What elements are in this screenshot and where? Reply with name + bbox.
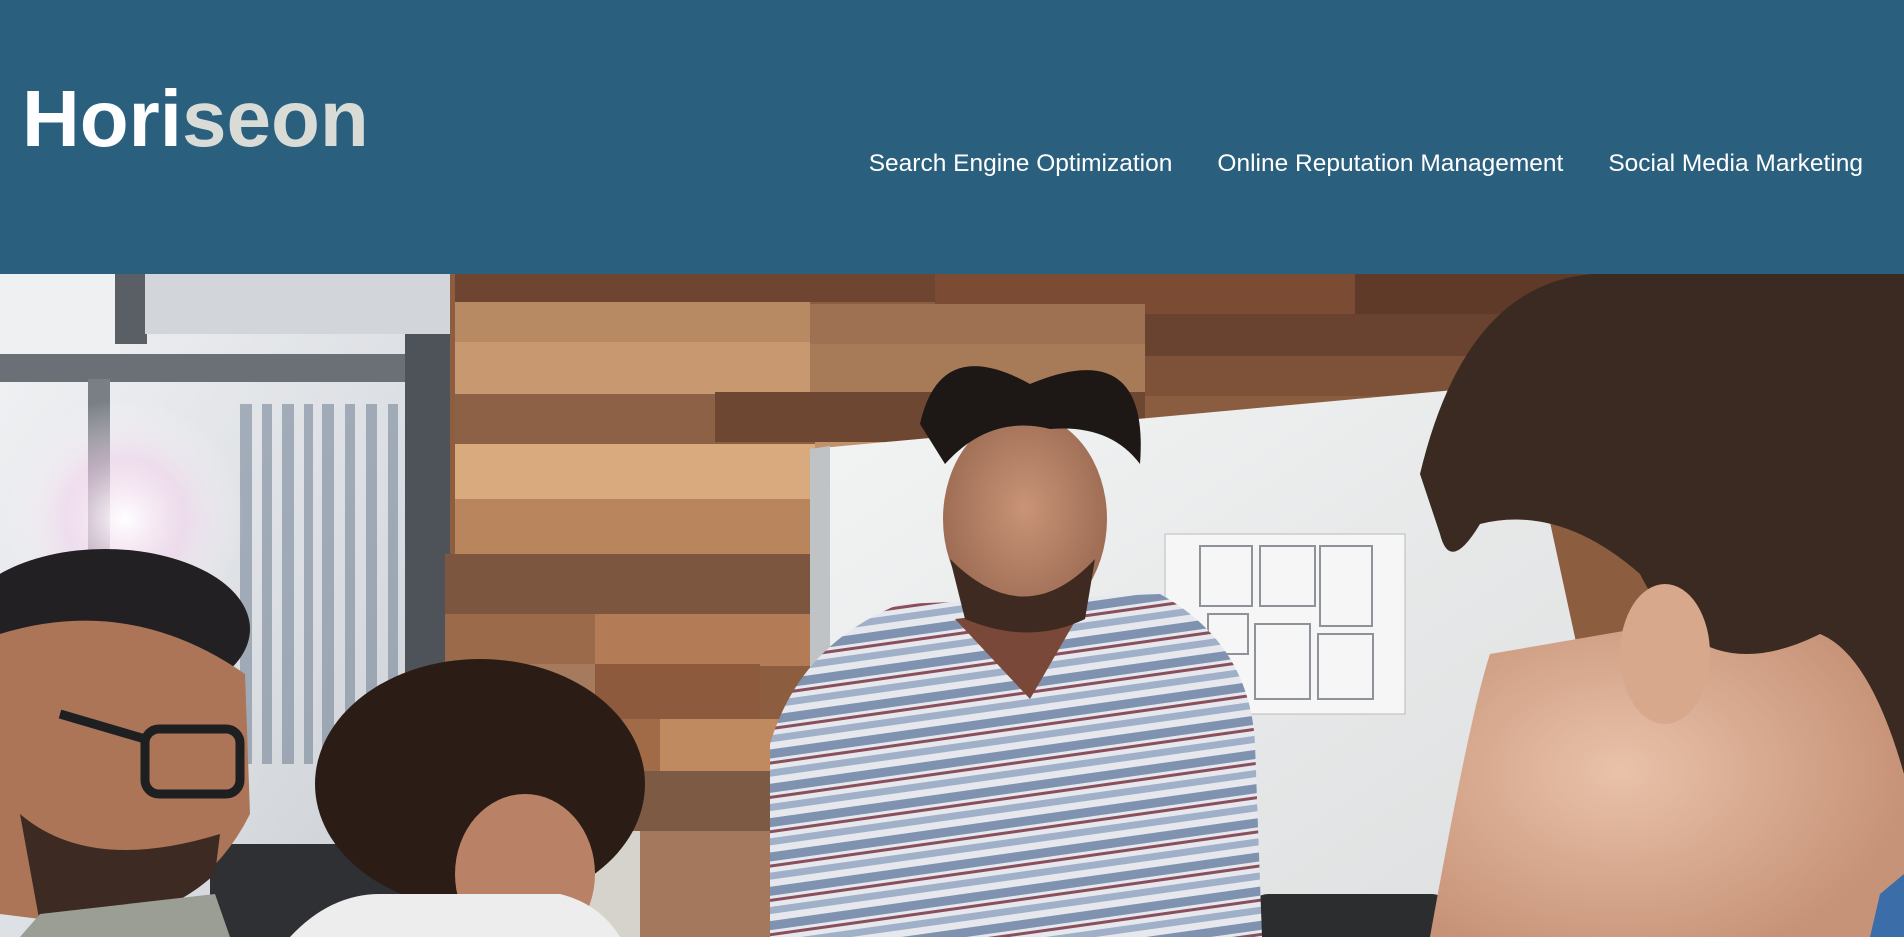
hero-team-meeting-image [0, 274, 1904, 937]
page: Horiseon Search Engine Optimization Onli… [0, 0, 1904, 937]
brand-logo-part-a: Hori [22, 74, 182, 163]
nav-item: Online Reputation Management [1217, 148, 1563, 180]
nav-link-online-reputation-management[interactable]: Online Reputation Management [1217, 148, 1563, 180]
hero-banner [0, 274, 1904, 937]
brand-logo-part-b: seon [182, 74, 369, 163]
site-header: Horiseon Search Engine Optimization Onli… [0, 0, 1904, 274]
brand-logo: Horiseon [22, 72, 369, 166]
nav-item: Social Media Marketing [1608, 148, 1863, 180]
main-navigation: Search Engine Optimization Online Reputa… [869, 148, 1863, 180]
nav-link-social-media-marketing[interactable]: Social Media Marketing [1608, 148, 1863, 180]
nav-link-search-engine-optimization[interactable]: Search Engine Optimization [869, 148, 1173, 180]
nav-item: Search Engine Optimization [869, 148, 1173, 180]
